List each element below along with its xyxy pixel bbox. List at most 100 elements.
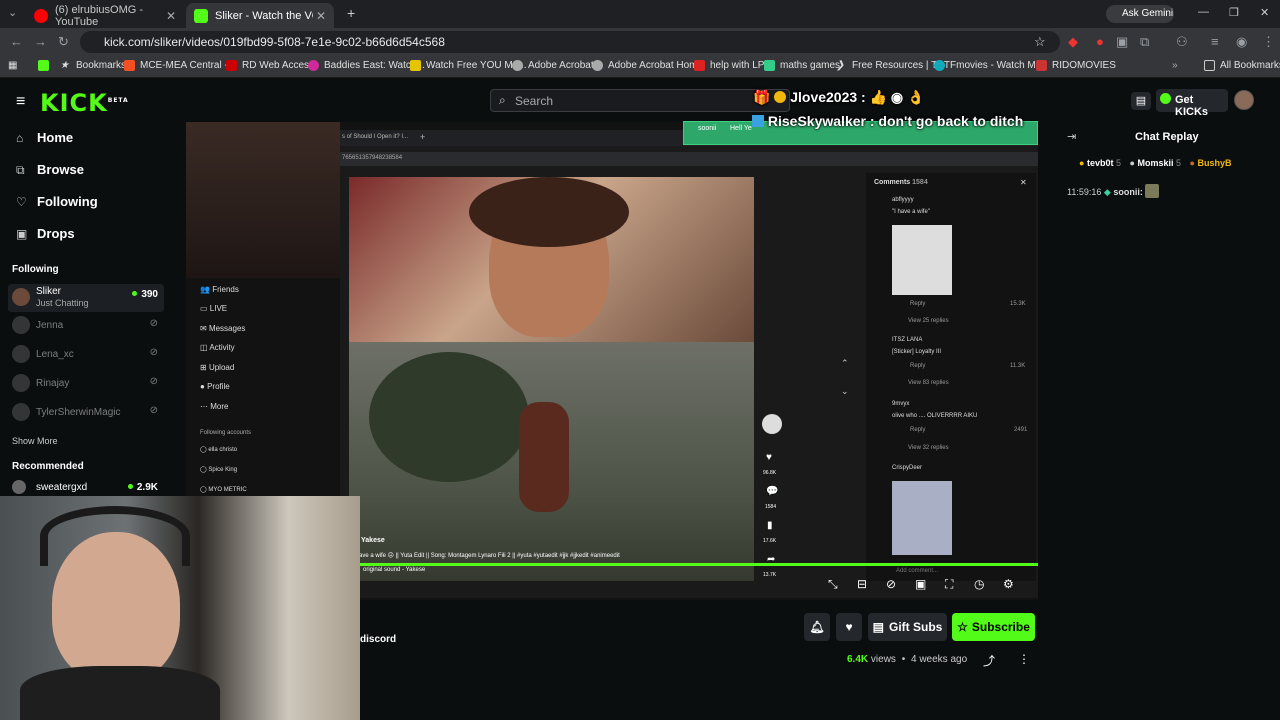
user-avatar[interactable] — [1234, 90, 1254, 110]
bookmark-item[interactable]: help with LP — [694, 60, 764, 71]
tab-kick[interactable]: Sliker - Watch the VOD on ✕ — [186, 3, 334, 28]
forward-icon[interactable]: → — [34, 34, 47, 49]
bookmark-icon: ▮ — [767, 520, 773, 531]
kick-bookmark[interactable] — [38, 60, 54, 71]
bookmark-item[interactable]: RIDOMOVIES — [1036, 60, 1116, 71]
bookmark-star-icon[interactable]: ☆ — [1034, 34, 1046, 50]
nav-following[interactable]: Following — [37, 194, 98, 209]
notification-bell-button[interactable]: 🔔︎ — [804, 613, 830, 641]
tiktok-actions: ♥ 96.8K 💬 1584 ▮ 17.6K ➦ 13.7K — [760, 414, 786, 584]
headphones — [40, 506, 190, 566]
channel-name: sweatergxd — [36, 482, 88, 493]
comment-likes: 2491 — [1014, 427, 1028, 433]
minimize-icon[interactable]: — — [1198, 6, 1209, 18]
bookmark-item[interactable]: Baddies East: Watch... — [308, 60, 425, 71]
profile-icon[interactable]: ⚇ — [1176, 34, 1188, 50]
sticker-user: soonii — [698, 125, 717, 132]
bookmark-item[interactable]: ★ Bookmarks — [60, 60, 126, 71]
tiktok-comments-panel: Comments 1584 ✕ abflyyyy "I have a wife"… — [866, 173, 1036, 581]
maximize-icon[interactable]: ❐ — [1229, 6, 1239, 19]
more-bookmarks-icon[interactable]: » — [1172, 60, 1178, 71]
minimize-player-icon[interactable]: ⤡ — [828, 577, 838, 592]
close-icon: ✕ — [1020, 178, 1027, 187]
back-icon[interactable]: ← — [10, 34, 23, 49]
following-item[interactable]: Rinajay ⊘ — [8, 370, 164, 398]
nav-browse[interactable]: Browse — [37, 162, 84, 177]
following-item[interactable]: TylerSherwinMagic ⊘ — [8, 399, 164, 427]
following-item[interactable]: Lena_xc ⊘ — [8, 341, 164, 369]
collapse-chat-icon[interactable]: ⇥ — [1067, 130, 1076, 143]
extension-icon[interactable]: ▣ — [1116, 34, 1128, 50]
ask-gemini-button[interactable]: Ask Gemini — [1106, 5, 1174, 23]
inner-url: 765651357948238584 — [342, 155, 403, 161]
bookmark-item[interactable]: Adobe Acrobat Home — [592, 60, 703, 71]
media-icon[interactable]: ≡ — [1211, 34, 1219, 49]
menu-icon[interactable]: ⋮ — [1262, 34, 1275, 50]
sticker-text: Hell Ye — [730, 125, 752, 132]
caption-user: Yakese — [361, 537, 385, 544]
hamburger-menu-icon[interactable]: ≡ — [16, 93, 25, 111]
fullscreen-icon[interactable]: ⛶ — [945, 577, 953, 592]
extension-icon[interactable]: ◆ — [1068, 34, 1078, 50]
bookmark-item[interactable]: ❯ Free Resources | TPT — [836, 60, 950, 71]
overlay-chat-line: RiseSkywalker : don't go back to ditch — [752, 113, 1023, 129]
window-close-icon[interactable]: ✕ — [1260, 6, 1269, 19]
bookmark-item[interactable]: Fmovies - Watch M... — [934, 60, 1044, 71]
show-more-link[interactable]: Show More — [12, 436, 58, 446]
chat-panel: ⇥ Chat Replay ● tevb0t 5 ● Momskii 5 ● B… — [1053, 122, 1280, 720]
url-input[interactable]: kick.com/sliker/videos/019fbd99-5f08-7e1… — [80, 31, 1060, 53]
channel-name: Sliker — [36, 286, 62, 297]
url-text: kick.com/sliker/videos/019fbd99-5f08-7e1… — [104, 35, 445, 49]
apps-icon[interactable]: ▦ — [8, 60, 17, 71]
avatar-icon[interactable]: ◉ — [1236, 34, 1247, 50]
clip-icon[interactable]: ⊟ — [857, 577, 867, 591]
share-icon[interactable]: ⤴ — [983, 652, 995, 669]
gift-icon: ▤ — [872, 620, 884, 634]
avatar — [12, 374, 30, 392]
avatar — [12, 403, 30, 421]
settings-gear-icon[interactable]: ⚙ — [1003, 577, 1014, 591]
more-options-icon[interactable]: ⋮ — [1018, 652, 1030, 666]
extension-icon[interactable]: ● — [1096, 34, 1104, 49]
new-tab-icon[interactable]: + — [347, 5, 355, 21]
following-item[interactable]: Jenna ⊘ — [8, 312, 164, 340]
video-age: 4 weeks ago — [911, 654, 968, 665]
video-stats: 6.4K views • 4 weeks ago — [847, 654, 968, 665]
tiktok-video: Yakese ave a wife ☹ || Yuta Edit || Song… — [349, 177, 754, 581]
tab-title: (6) elrubiusOMG - YouTube — [55, 3, 144, 28]
library-icon[interactable]: ▤ — [1131, 92, 1151, 110]
get-kicks-button[interactable]: Get KICKs — [1156, 89, 1228, 118]
close-icon[interactable]: ✕ — [316, 9, 326, 23]
nav-drops[interactable]: Drops — [37, 226, 75, 241]
follow-heart-button[interactable]: ♥ — [836, 613, 862, 641]
offline-icon: ⊘ — [149, 376, 158, 387]
bookmark-item[interactable]: Adobe Acrobat — [512, 60, 594, 71]
extensions-puzzle-icon[interactable]: ⧉ — [1140, 34, 1149, 50]
speed-icon[interactable]: ◷ — [974, 577, 984, 591]
bookmark-item[interactable]: MCE-MEA Central -... — [124, 60, 236, 71]
close-icon[interactable]: ✕ — [166, 9, 176, 23]
kick-logo[interactable]: KICKBETA — [40, 89, 129, 117]
nav-home[interactable]: Home — [37, 130, 73, 145]
reload-icon[interactable]: ↻ — [58, 34, 69, 50]
bookmark-item[interactable]: RD Web Access — [226, 60, 314, 71]
address-bar: ← → ↻ kick.com/sliker/videos/019fbd99-5f… — [0, 28, 1280, 56]
search-input[interactable]: ⌕ Search — [490, 89, 790, 112]
search-placeholder: Search — [515, 94, 554, 108]
tab-youtube[interactable]: (6) elrubiusOMG - YouTube ✕ — [26, 3, 184, 28]
subscribe-button[interactable]: ☆ Subscribe — [952, 613, 1035, 641]
all-bookmarks[interactable]: All Bookmarks — [1204, 60, 1280, 71]
theater-icon[interactable]: ▣ — [915, 577, 926, 591]
chevron-down-icon: ⌄ — [841, 386, 849, 396]
following-item-sliker[interactable]: Sliker Just Chatting 390 — [8, 284, 164, 312]
recommended-item[interactable]: sweatergxd 2.9K — [8, 478, 164, 496]
tiktok-nav-messages: ✉ Messages — [200, 324, 246, 333]
streamer-shirt — [20, 666, 220, 720]
bookmark-item[interactable]: Watch Free YOU Mo... — [410, 60, 527, 71]
bookmark-item[interactable]: maths games — [764, 60, 840, 71]
pip-off-icon[interactable]: ⊘ — [886, 577, 896, 591]
tab-search-icon[interactable]: ⌄ — [8, 6, 17, 19]
comment-likes: 15.3K — [1010, 301, 1026, 307]
gift-subs-button[interactable]: ▤ Gift Subs — [868, 613, 947, 641]
video-progress-bar[interactable] — [360, 563, 1038, 566]
